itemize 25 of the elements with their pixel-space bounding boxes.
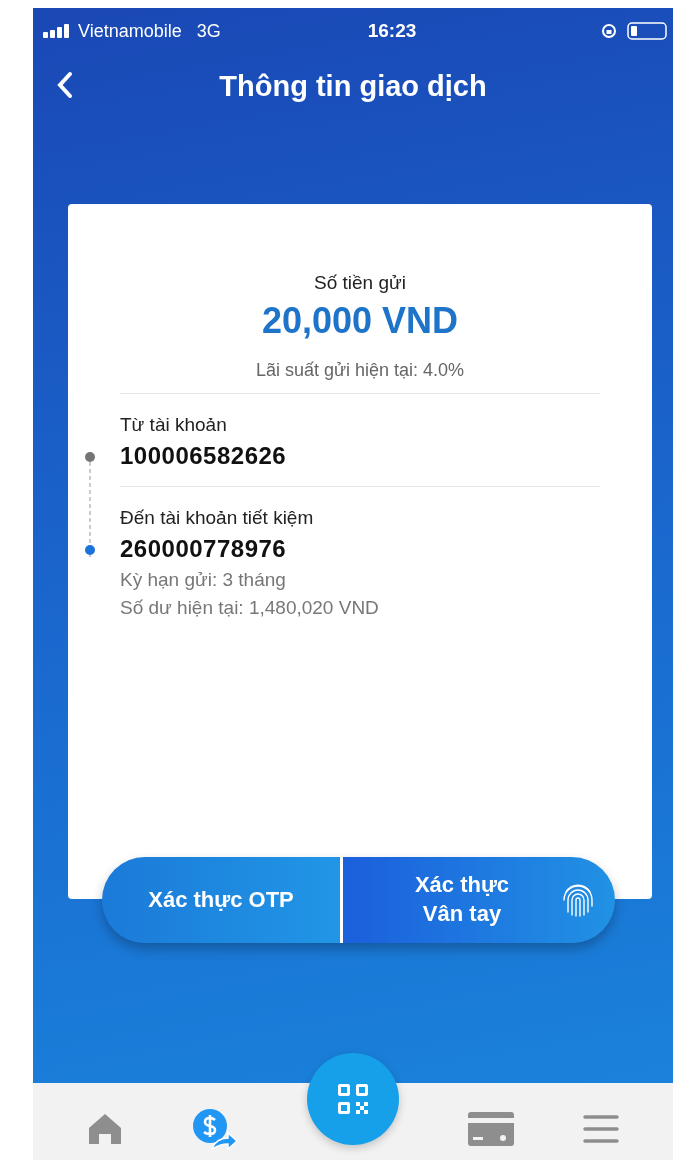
account-number: 100006582626: [120, 442, 287, 469]
transfer-tab[interactable]: [192, 1107, 239, 1150]
home-tab[interactable]: [87, 1111, 124, 1146]
network-type: 3G: [196, 20, 221, 42]
card-tab[interactable]: [467, 1111, 514, 1146]
qr-code-icon: [336, 1082, 370, 1116]
qr-scan-button[interactable]: [307, 1053, 399, 1145]
battery-icon: [627, 22, 667, 40]
account-detail: Kỳ hạn gửi: 3 tháng: [120, 569, 287, 591]
carrier-name: Vietnamobile: [78, 20, 182, 42]
fingerprint-auth-button[interactable]: Xác thực Vân tay: [343, 857, 615, 943]
account-label: Đến tài khoản tiết kiệm: [120, 507, 315, 529]
menu-tab[interactable]: [582, 1113, 619, 1144]
back-button[interactable]: [55, 70, 75, 100]
interest-rate-text: Lãi suất gửi hiện tại: 4.0%: [254, 360, 466, 381]
rotation-lock-icon: [601, 23, 617, 39]
amount-label: Số tiền gửi: [313, 272, 407, 294]
account-detail: Số dư hiện tại: 1,480,020 VND: [120, 597, 380, 619]
amount-value: 20,000 VND: [260, 300, 460, 342]
account-label: Từ tài khoản: [120, 414, 228, 436]
clock-time: 16:23: [367, 20, 417, 42]
account-number: 260000778976: [120, 535, 287, 562]
otp-auth-button[interactable]: Xác thực OTP: [102, 857, 340, 943]
screen-title: Thông tin giao dịch: [219, 69, 487, 103]
fingerprint-icon: [561, 882, 595, 918]
